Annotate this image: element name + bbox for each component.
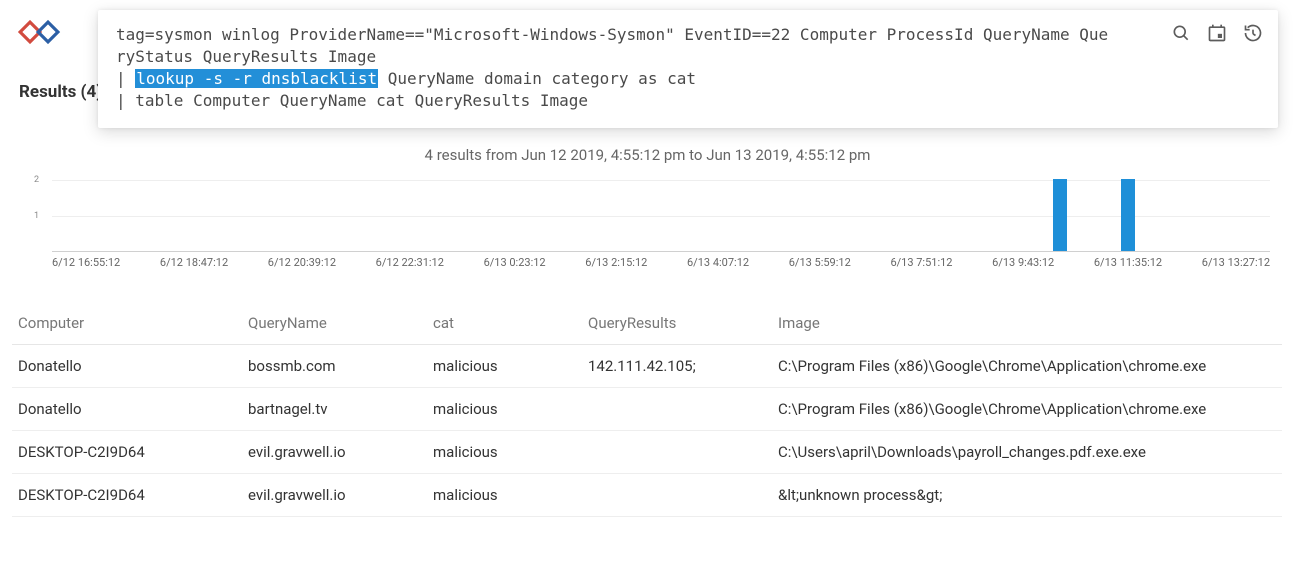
table-cell: bartnagel.tv — [248, 400, 433, 418]
chart-xtick: 6/12 20:39:12 — [268, 256, 336, 269]
table-cell: C:\Program Files (x86)\Google\Chrome\App… — [778, 400, 1278, 418]
table-cell: evil.gravwell.io — [248, 486, 433, 504]
chart-bar[interactable] — [1121, 179, 1135, 251]
table-cell: DESKTOP-C2I9D64 — [18, 486, 248, 504]
query-input[interactable]: tag=sysmon winlog ProviderName=="Microso… — [116, 24, 1260, 112]
table-header-cell[interactable]: Image — [778, 314, 1278, 332]
table-header-cell[interactable]: QueryResults — [588, 314, 778, 332]
chart-xtick: 6/13 9:43:12 — [992, 256, 1054, 269]
chart-xtick: 6/13 0:23:12 — [484, 256, 546, 269]
chart-xtick: 6/13 13:27:12 — [1202, 256, 1270, 269]
query-line-3: | table Computer QueryName cat QueryResu… — [116, 90, 1260, 112]
chart-ytick: 2 — [34, 175, 39, 185]
table-row[interactable]: DESKTOP-C2I9D64evil.gravwell.iomalicious… — [12, 431, 1282, 474]
table-cell: Donatello — [18, 357, 248, 375]
table-cell: malicious — [433, 400, 588, 418]
query-panel: tag=sysmon winlog ProviderName=="Microso… — [98, 10, 1278, 128]
table-cell: evil.gravwell.io — [248, 443, 433, 461]
chart-xtick: 6/13 2:15:12 — [585, 256, 647, 269]
chart-xtick: 6/13 7:51:12 — [890, 256, 952, 269]
chart-gridline — [52, 216, 1270, 217]
chart-gridline — [52, 180, 1270, 181]
chart-xtick: 6/13 11:35:12 — [1094, 256, 1162, 269]
table-header-cell[interactable]: Computer — [18, 314, 248, 332]
calendar-icon[interactable] — [1206, 22, 1228, 44]
query-line-1b: ryStatus QueryResults Image — [116, 46, 1260, 68]
table-cell: 142.111.42.105; — [588, 357, 778, 375]
query-toolbar — [1170, 22, 1264, 44]
table-row[interactable]: DESKTOP-C2I9D64evil.gravwell.iomalicious… — [12, 474, 1282, 517]
table-cell: &lt;unknown process&gt; — [778, 486, 1278, 504]
chart-xtick: 6/12 22:31:12 — [376, 256, 444, 269]
results-summary: 4 results from Jun 12 2019, 4:55:12 pm t… — [0, 146, 1295, 164]
table-cell: malicious — [433, 357, 588, 375]
history-icon[interactable] — [1242, 22, 1264, 44]
table-cell: bossmb.com — [248, 357, 433, 375]
table-row[interactable]: Donatellobartnagel.tvmalicious C:\Program… — [12, 388, 1282, 431]
timeline-chart[interactable]: 12 6/12 16:55:126/12 18:47:126/12 20:39:… — [30, 180, 1270, 270]
app-logo[interactable] — [18, 18, 62, 46]
chart-xtick: 6/13 5:59:12 — [789, 256, 851, 269]
table-header-cell[interactable]: cat — [433, 314, 588, 332]
table-cell: C:\Users\april\Downloads\payroll_changes… — [778, 443, 1278, 461]
chart-xtick: 6/12 18:47:12 — [160, 256, 228, 269]
table-header-cell[interactable]: QueryName — [248, 314, 433, 332]
chart-ytick: 1 — [34, 211, 39, 221]
results-count-label: Results (4) — [19, 82, 102, 102]
table-header-row: ComputerQueryNamecatQueryResultsImage — [12, 302, 1282, 345]
chart-bar[interactable] — [1053, 179, 1067, 251]
table-cell: C:\Program Files (x86)\Google\Chrome\App… — [778, 357, 1278, 375]
table-cell: malicious — [433, 443, 588, 461]
results-table: ComputerQueryNamecatQueryResultsImage Do… — [12, 302, 1282, 517]
table-cell: malicious — [433, 486, 588, 504]
search-icon[interactable] — [1170, 22, 1192, 44]
query-line-1a: tag=sysmon winlog ProviderName=="Microso… — [116, 24, 1260, 46]
chart-xtick: 6/13 4:07:12 — [687, 256, 749, 269]
table-cell: Donatello — [18, 400, 248, 418]
query-line-2-pipe: | — [116, 69, 135, 88]
table-cell: DESKTOP-C2I9D64 — [18, 443, 248, 461]
chart-xtick: 6/12 16:55:12 — [52, 256, 120, 269]
table-row[interactable]: Donatellobossmb.commalicious142.111.42.1… — [12, 345, 1282, 388]
query-line-2-rest: QueryName domain category as cat — [378, 69, 696, 88]
query-highlighted-text[interactable]: lookup -s -r dnsblacklist — [135, 69, 378, 88]
